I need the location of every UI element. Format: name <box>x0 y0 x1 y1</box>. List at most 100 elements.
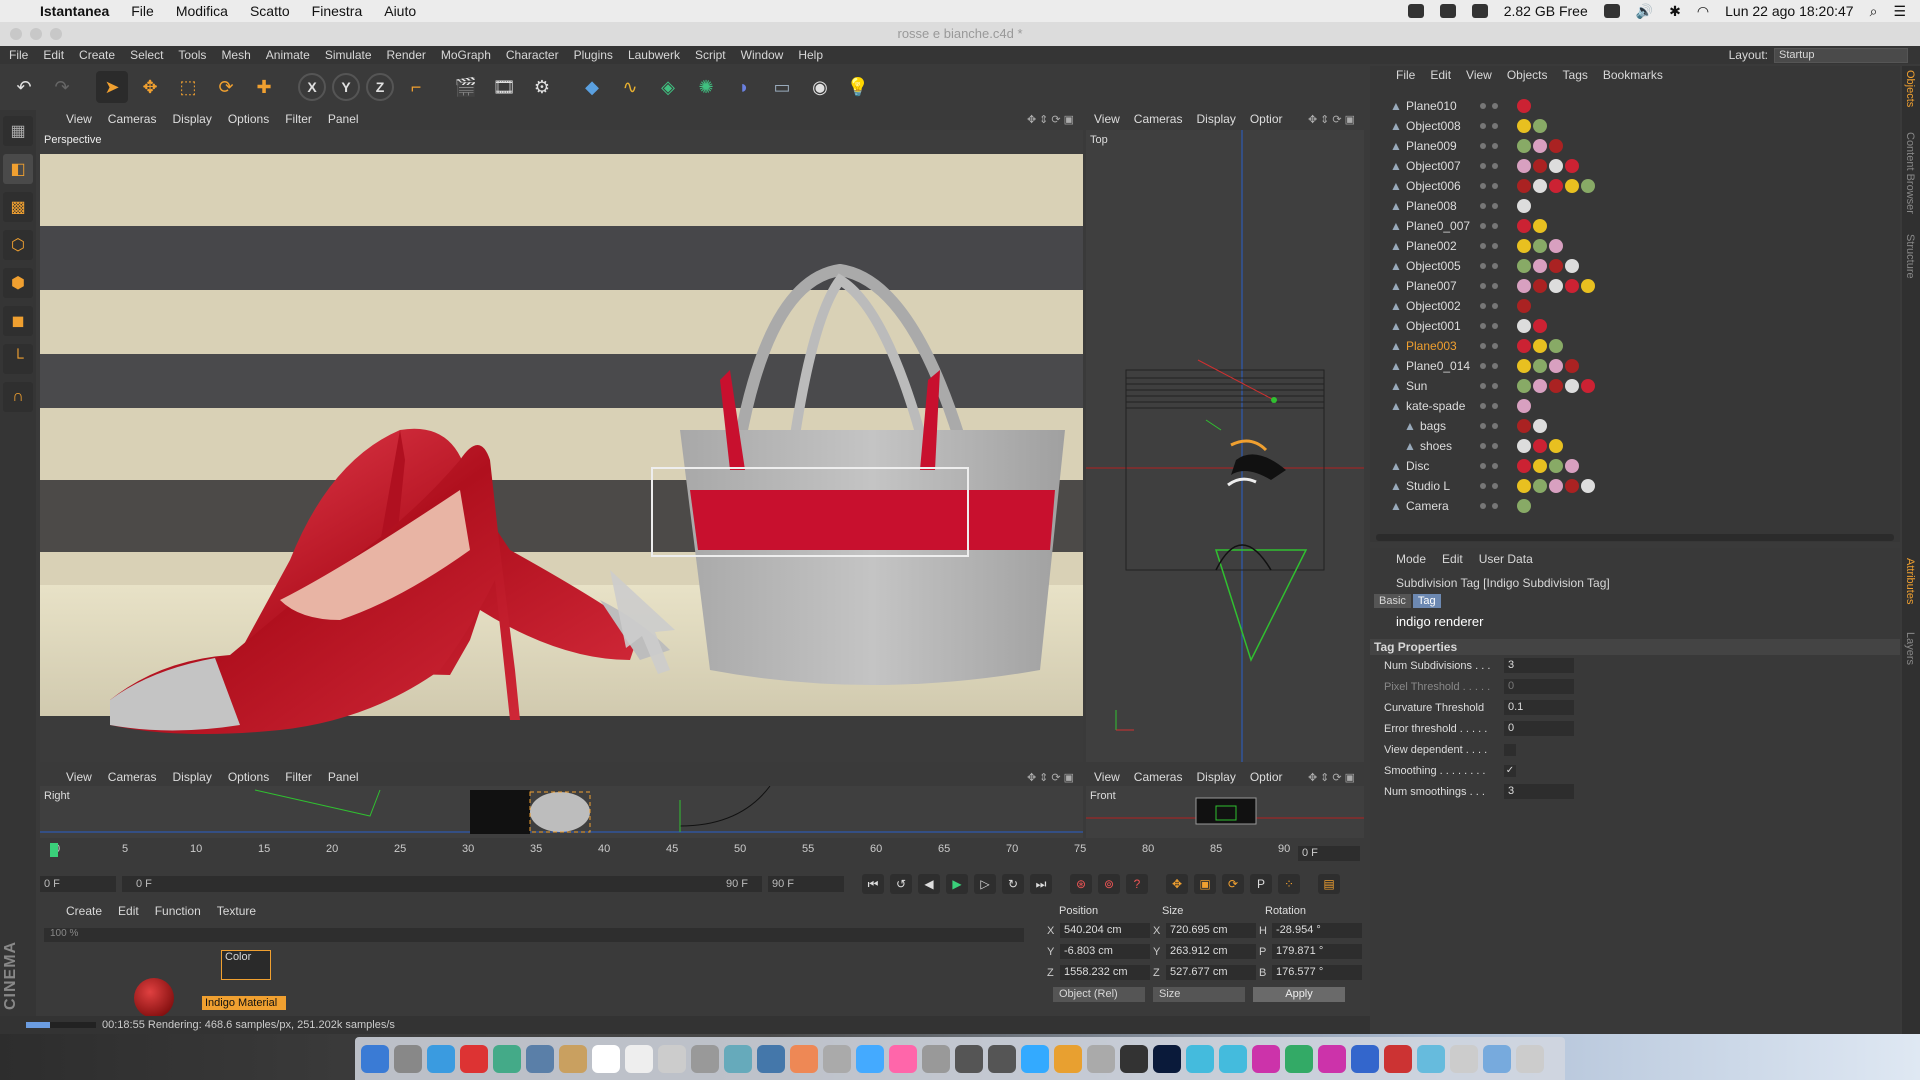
object-name[interactable]: Plane008 <box>1406 199 1457 213</box>
attribute-field[interactable]: 0 <box>1504 679 1574 694</box>
go-to-start-icon[interactable]: ⏮ <box>862 874 884 894</box>
y-axis-icon[interactable]: Y <box>332 73 360 101</box>
zoom-window-button[interactable] <box>50 28 62 40</box>
object-name[interactable]: Plane009 <box>1406 139 1457 153</box>
dock-app-icon[interactable] <box>1483 1044 1511 1073</box>
right-vp-menu-view[interactable]: View <box>66 770 92 784</box>
side-tab-attributes[interactable]: Attributes <box>1904 558 1916 604</box>
dock-app-icon[interactable] <box>955 1044 983 1073</box>
visibility-dots[interactable] <box>1480 443 1498 449</box>
right-viewport[interactable]: Right <box>40 786 1083 838</box>
object-name[interactable]: Plane002 <box>1406 239 1457 253</box>
object-name[interactable]: kate-spade <box>1406 399 1465 413</box>
creative-cloud-icon[interactable] <box>1439 4 1456 18</box>
dock-app-icon[interactable] <box>559 1044 587 1073</box>
mat-menu-function[interactable]: Function <box>155 904 201 918</box>
dock-app-icon[interactable] <box>790 1044 818 1073</box>
position-field[interactable]: 540.204 cm <box>1060 923 1150 938</box>
object-tags[interactable] <box>1517 339 1563 353</box>
render-settings-icon[interactable]: ⚙ <box>526 71 558 103</box>
dock-app-icon[interactable] <box>823 1044 851 1073</box>
object-row[interactable]: ▲ Plane008 <box>1370 196 1900 216</box>
app-menu-simulate[interactable]: Simulate <box>325 48 372 62</box>
dock-app-icon[interactable] <box>592 1044 620 1073</box>
object-row[interactable]: ▲ Plane009 <box>1370 136 1900 156</box>
object-tags[interactable] <box>1517 199 1531 213</box>
timeline-window-icon[interactable]: ▤ <box>1318 874 1340 894</box>
subdivision-surface-icon[interactable]: ◈ <box>652 71 684 103</box>
rotation-field[interactable]: 179.871 ° <box>1272 944 1362 959</box>
previous-key-icon[interactable]: ↺ <box>890 874 912 894</box>
dock-app-icon[interactable] <box>1417 1044 1445 1073</box>
visibility-dots[interactable] <box>1480 143 1498 149</box>
app-menu-character[interactable]: Character <box>506 48 559 62</box>
vp-menu-display[interactable]: Display <box>172 112 211 126</box>
mat-menu-edit[interactable]: Edit <box>118 904 139 918</box>
notifications-icon[interactable]: ☰ <box>1893 3 1906 20</box>
front-vp-menu-cameras[interactable]: Cameras <box>1134 770 1183 784</box>
bluetooth-icon[interactable]: ✱ <box>1669 3 1681 20</box>
dropbox-icon[interactable] <box>1407 4 1424 18</box>
dock-app-icon[interactable] <box>1186 1044 1214 1073</box>
play-icon[interactable]: ▶ <box>946 874 968 894</box>
position-field[interactable]: 1558.232 cm <box>1060 965 1150 980</box>
storage-status[interactable]: 2.82 GB Free <box>1504 3 1588 19</box>
object-tags[interactable] <box>1517 179 1595 193</box>
object-name[interactable]: Object008 <box>1406 119 1461 133</box>
dock-app-icon[interactable] <box>1120 1044 1148 1073</box>
dock-app-icon[interactable] <box>1285 1044 1313 1073</box>
wifi-icon[interactable]: ◠ <box>1697 3 1709 20</box>
dock-app-icon[interactable] <box>1516 1044 1544 1073</box>
layout-select[interactable]: Startup <box>1774 47 1908 63</box>
app-menu-render[interactable]: Render <box>387 48 426 62</box>
polygons-mode-icon[interactable]: ◼ <box>3 306 33 336</box>
top-vp-menu-display[interactable]: Display <box>1196 112 1235 126</box>
right-vp-menu-options[interactable]: Options <box>228 770 269 784</box>
app-menu-select[interactable]: Select <box>130 48 163 62</box>
array-icon[interactable]: ✺ <box>690 71 722 103</box>
visibility-dots[interactable] <box>1480 383 1498 389</box>
previous-frame-icon[interactable]: ◀ <box>918 874 940 894</box>
dock-app-icon[interactable] <box>1318 1044 1346 1073</box>
object-row[interactable]: ▲ Plane0_014 <box>1370 356 1900 376</box>
vp-menu-filter[interactable]: Filter <box>285 112 312 126</box>
visibility-dots[interactable] <box>1480 223 1498 229</box>
dock-app-icon[interactable] <box>889 1044 917 1073</box>
object-tags[interactable] <box>1517 459 1579 473</box>
render-picture-viewer-icon[interactable]: 🎞 <box>488 71 520 103</box>
scale-icon[interactable]: ⬚ <box>172 71 204 103</box>
visibility-dots[interactable] <box>1480 503 1498 509</box>
object-row[interactable]: ▲ Plane007 <box>1370 276 1900 296</box>
camera-icon[interactable]: ◉ <box>804 71 836 103</box>
mat-menu-create[interactable]: Create <box>66 904 102 918</box>
attr-menu-mode[interactable]: Mode <box>1396 552 1426 566</box>
transform-icon[interactable]: ✚ <box>248 71 280 103</box>
coordinate-mode-dropdown[interactable]: Object (Rel) <box>1053 987 1145 1002</box>
menu-modifica[interactable]: Modifica <box>176 3 228 19</box>
apply-button[interactable]: Apply <box>1253 987 1345 1002</box>
dock-app-icon[interactable] <box>625 1044 653 1073</box>
visibility-dots[interactable] <box>1480 463 1498 469</box>
right-vp-menu-display[interactable]: Display <box>172 770 211 784</box>
object-row[interactable]: ▲ Object007 <box>1370 156 1900 176</box>
size-mode-dropdown[interactable]: Size <box>1153 987 1245 1002</box>
top-viewport-nav-icons[interactable]: ✥⇕⟳▣ <box>1308 113 1364 126</box>
start-frame-field[interactable]: 0 F <box>40 876 116 892</box>
dock-app-icon[interactable] <box>724 1044 752 1073</box>
dock-app-icon[interactable] <box>757 1044 785 1073</box>
attribute-field[interactable]: 0 <box>1504 721 1574 736</box>
record-point-level-icon[interactable]: ⁘ <box>1278 874 1300 894</box>
front-vp-menu-view[interactable]: View <box>1094 770 1120 784</box>
object-tags[interactable] <box>1517 379 1595 393</box>
minimize-window-button[interactable] <box>30 28 42 40</box>
keyframe-selection-icon[interactable]: ? <box>1126 874 1148 894</box>
dock-app-icon[interactable] <box>1450 1044 1478 1073</box>
object-tags[interactable] <box>1517 99 1531 113</box>
dock-app-icon[interactable] <box>361 1044 389 1073</box>
object-row[interactable]: ▲ Object002 <box>1370 296 1900 316</box>
record-scale-icon[interactable]: ▣ <box>1194 874 1216 894</box>
cube-icon[interactable]: ◆ <box>576 71 608 103</box>
undo-icon[interactable]: ↶ <box>8 71 40 103</box>
visibility-dots[interactable] <box>1480 163 1498 169</box>
object-name[interactable]: Sun <box>1406 379 1427 393</box>
